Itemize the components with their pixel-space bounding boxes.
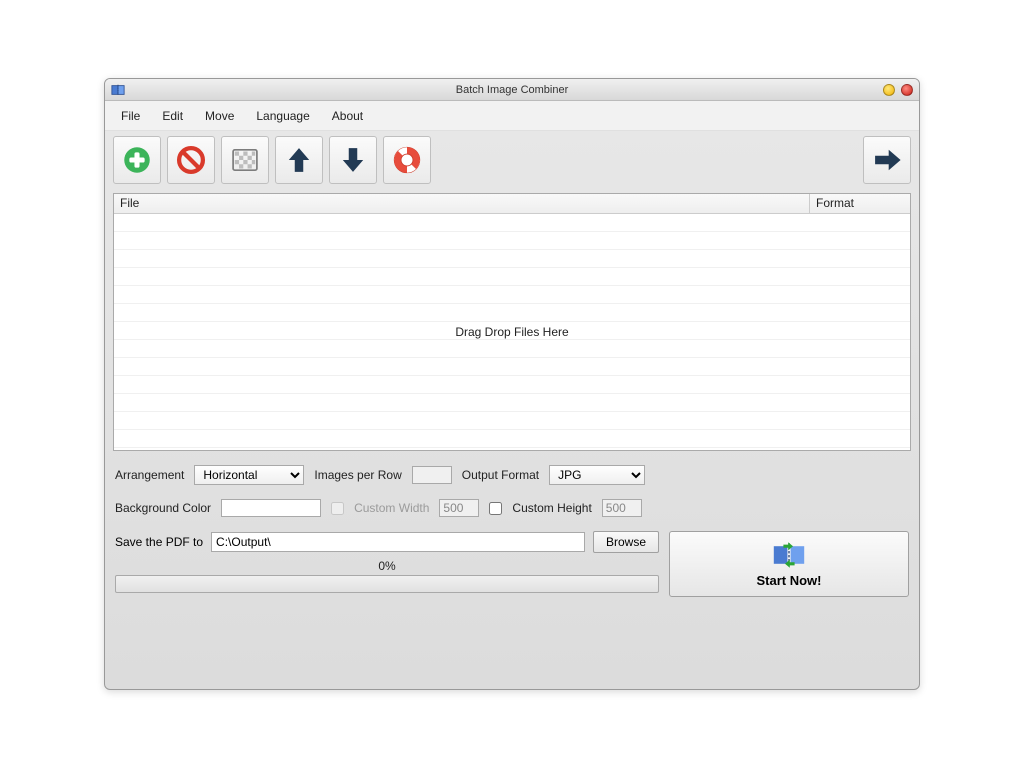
arrow-down-icon xyxy=(336,143,370,177)
images-per-row-label: Images per Row xyxy=(314,468,401,482)
arrangement-select[interactable]: Horizontal xyxy=(194,465,304,485)
list-row xyxy=(114,394,910,412)
minimize-button[interactable] xyxy=(883,84,895,96)
bg-color-label: Background Color xyxy=(115,501,211,515)
bg-color-swatch[interactable] xyxy=(221,499,321,517)
save-path-input[interactable] xyxy=(211,532,585,552)
list-row xyxy=(114,304,910,322)
list-row xyxy=(114,286,910,304)
help-button[interactable] xyxy=(383,136,431,184)
menu-file[interactable]: File xyxy=(111,105,150,127)
custom-height-label: Custom Height xyxy=(512,501,591,515)
list-row xyxy=(114,430,910,448)
lifebuoy-icon xyxy=(390,143,424,177)
list-row xyxy=(114,376,910,394)
options-row-2: Background Color Custom Width Custom Hei… xyxy=(113,499,911,517)
list-row xyxy=(114,214,910,232)
window-title: Batch Image Combiner xyxy=(456,84,569,96)
move-up-button[interactable] xyxy=(275,136,323,184)
content-area: File Format Drag Drop Files Here xyxy=(105,189,919,689)
custom-width-checkbox xyxy=(331,502,344,515)
browse-button[interactable]: Browse xyxy=(593,531,659,553)
menu-edit[interactable]: Edit xyxy=(152,105,193,127)
window-controls xyxy=(883,84,913,96)
output-format-label: Output Format xyxy=(462,468,539,482)
list-row xyxy=(114,268,910,286)
list-row xyxy=(114,340,910,358)
plus-icon xyxy=(120,143,154,177)
file-list-header: File Format xyxy=(114,194,910,214)
menu-about[interactable]: About xyxy=(322,105,373,127)
add-button[interactable] xyxy=(113,136,161,184)
no-entry-icon xyxy=(174,143,208,177)
combine-icon xyxy=(769,540,809,570)
menu-bar: File Edit Move Language About xyxy=(105,101,919,131)
list-row xyxy=(114,322,910,340)
output-format-select[interactable]: JPG xyxy=(549,465,645,485)
progress-label: 0% xyxy=(378,559,395,573)
save-path-label: Save the PDF to xyxy=(115,535,203,549)
app-window: Batch Image Combiner File Edit Move Lang… xyxy=(104,78,920,690)
custom-width-input xyxy=(439,499,479,517)
file-list[interactable]: File Format Drag Drop Files Here xyxy=(113,193,911,451)
save-row: Save the PDF to Browse 0% Start Now! xyxy=(113,531,911,597)
menu-language[interactable]: Language xyxy=(246,105,319,127)
title-bar: Batch Image Combiner xyxy=(105,79,919,101)
custom-width-label: Custom Width xyxy=(354,501,429,515)
options-row-1: Arrangement Horizontal Images per Row Ou… xyxy=(113,465,911,485)
remove-button[interactable] xyxy=(167,136,215,184)
custom-height-input xyxy=(602,499,642,517)
custom-height-checkbox[interactable] xyxy=(489,502,502,515)
list-row xyxy=(114,232,910,250)
column-format[interactable]: Format xyxy=(810,194,910,213)
arrow-right-icon xyxy=(870,143,904,177)
next-button[interactable] xyxy=(863,136,911,184)
progress-bar xyxy=(115,575,659,593)
images-per-row-input xyxy=(412,466,452,484)
clear-button[interactable] xyxy=(221,136,269,184)
column-file[interactable]: File xyxy=(114,194,810,213)
arrow-up-icon xyxy=(282,143,316,177)
arrangement-label: Arrangement xyxy=(115,468,184,482)
close-button[interactable] xyxy=(901,84,913,96)
list-row xyxy=(114,412,910,430)
file-list-body[interactable]: Drag Drop Files Here xyxy=(114,214,910,450)
app-icon xyxy=(111,83,125,97)
move-down-button[interactable] xyxy=(329,136,377,184)
start-button-label: Start Now! xyxy=(757,573,822,588)
menu-move[interactable]: Move xyxy=(195,105,244,127)
transparency-icon xyxy=(228,143,262,177)
toolbar xyxy=(105,131,919,189)
list-row xyxy=(114,250,910,268)
list-row xyxy=(114,358,910,376)
start-button[interactable]: Start Now! xyxy=(669,531,909,597)
